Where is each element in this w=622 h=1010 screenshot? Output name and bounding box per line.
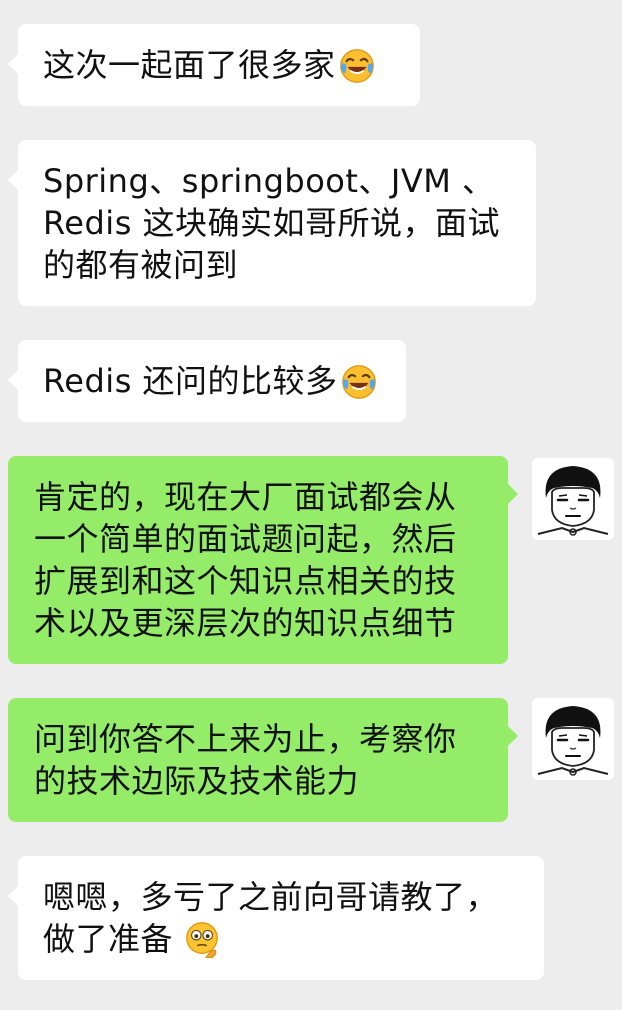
cartoon-face-avatar-icon	[532, 698, 614, 780]
message-text: 肯定的，现在大厂面试都会从 一个简单的面试题问起，然后 扩展到和这个知识点相关的…	[34, 478, 457, 642]
message-text: 嗯嗯，多亏了之前向哥请教了， 做了准备	[43, 876, 498, 960]
message-text: Spring、springboot、JVM 、 Redis 这块确实如哥所说，面…	[43, 162, 501, 284]
message-text: 这次一起面了很多家	[43, 46, 336, 84]
message-text: Redis 还问的比较多	[43, 362, 338, 400]
message-text-line: 嗯嗯，多亏了之前向哥请教了， 做了准备	[43, 878, 499, 958]
outgoing-message-2[interactable]: 问到你答不上来为止，考察你 的技术边际及技术能力	[8, 698, 518, 822]
incoming-message-1[interactable]: 这次一起面了很多家	[8, 24, 420, 106]
incoming-message-3[interactable]: Redis 还问的比较多	[8, 340, 406, 422]
outgoing-message-1[interactable]: 肯定的，现在大厂面试都会从 一个简单的面试题问起，然后 扩展到和这个知识点相关的…	[8, 456, 518, 664]
incoming-message-2[interactable]: Spring、springboot、JVM 、 Redis 这块确实如哥所说，面…	[8, 140, 536, 306]
laugh-cry-emoji-icon	[341, 365, 376, 399]
laugh-cry-emoji-icon	[339, 49, 374, 83]
avatar[interactable]	[532, 698, 614, 780]
cartoon-face-avatar-icon	[532, 458, 614, 540]
thinking-emoji-icon	[186, 922, 218, 958]
message-text: 问到你答不上来为止，考察你 的技术边际及技术能力	[34, 720, 457, 800]
avatar[interactable]	[532, 458, 614, 540]
incoming-message-4[interactable]: 嗯嗯，多亏了之前向哥请教了， 做了准备	[8, 856, 544, 980]
